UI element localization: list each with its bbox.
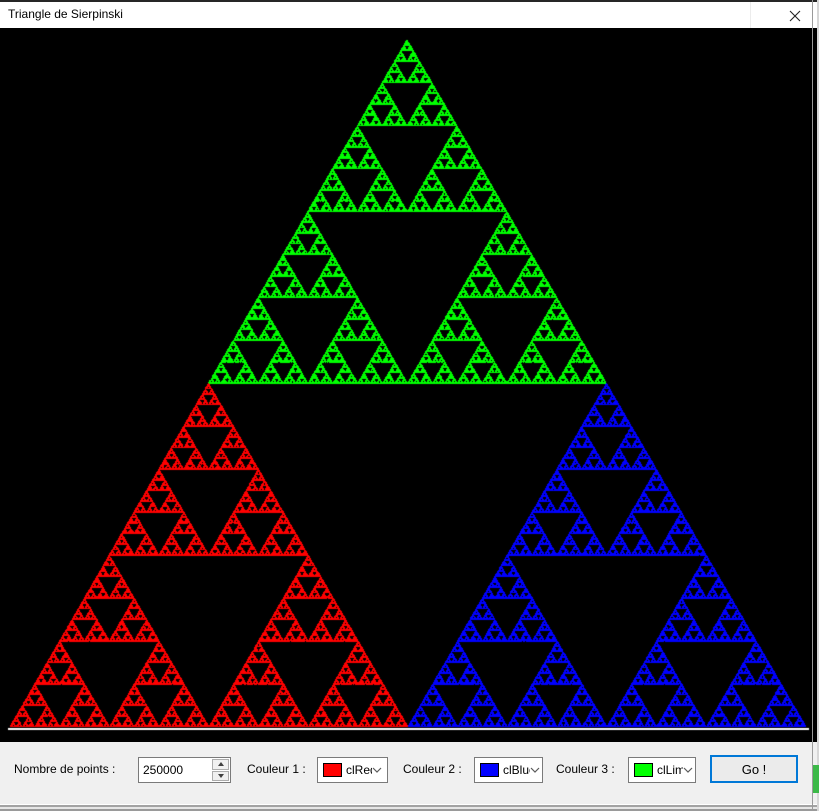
- couleur2-value: clBlue: [503, 763, 530, 777]
- couleur3-label: Couleur 3 :: [556, 762, 615, 776]
- close-icon: [789, 10, 801, 22]
- spin-down-button[interactable]: [212, 771, 229, 782]
- fractal-display-area: [0, 28, 819, 742]
- couleur3-value: clLime: [657, 763, 683, 777]
- app-window: Triangle de Sierpinski Nombre de points …: [0, 0, 819, 811]
- titlebar-separator: [750, 2, 751, 28]
- couleur2-swatch: [480, 763, 499, 777]
- arrow-up-icon: [218, 762, 224, 766]
- couleur1-swatch: [323, 763, 342, 777]
- arrow-down-icon: [218, 774, 224, 778]
- couleur1-combobox[interactable]: clRed: [317, 757, 388, 783]
- spin-up-button[interactable]: [212, 759, 229, 770]
- sierpinski-canvas: [0, 28, 812, 742]
- window-bottom-border: [0, 804, 819, 811]
- window-title: Triangle de Sierpinski: [8, 7, 123, 21]
- couleur3-combobox[interactable]: clLime: [628, 757, 696, 783]
- couleur1-label: Couleur 1 :: [247, 762, 306, 776]
- points-input[interactable]: 250000: [139, 758, 211, 782]
- go-button-label: Go !: [742, 762, 767, 777]
- background-window-sliver: [813, 765, 819, 793]
- points-label: Nombre de points :: [14, 762, 115, 776]
- couleur3-swatch: [634, 763, 653, 777]
- title-bar: Triangle de Sierpinski: [0, 2, 819, 28]
- chevron-down-icon: [530, 767, 540, 773]
- couleur2-label: Couleur 2 :: [403, 762, 462, 776]
- couleur2-combobox[interactable]: clBlue: [474, 757, 543, 783]
- points-spin-edit[interactable]: 250000: [138, 757, 231, 783]
- chevron-down-icon: [372, 767, 382, 773]
- control-panel: Nombre de points : 250000 Couleur 1 : cl…: [0, 742, 819, 804]
- go-button[interactable]: Go !: [710, 755, 798, 783]
- window-right-border: [812, 0, 813, 811]
- close-button[interactable]: [785, 6, 805, 26]
- couleur1-value: clRed: [346, 763, 372, 777]
- points-spinner: [211, 758, 230, 782]
- chevron-down-icon: [683, 767, 693, 773]
